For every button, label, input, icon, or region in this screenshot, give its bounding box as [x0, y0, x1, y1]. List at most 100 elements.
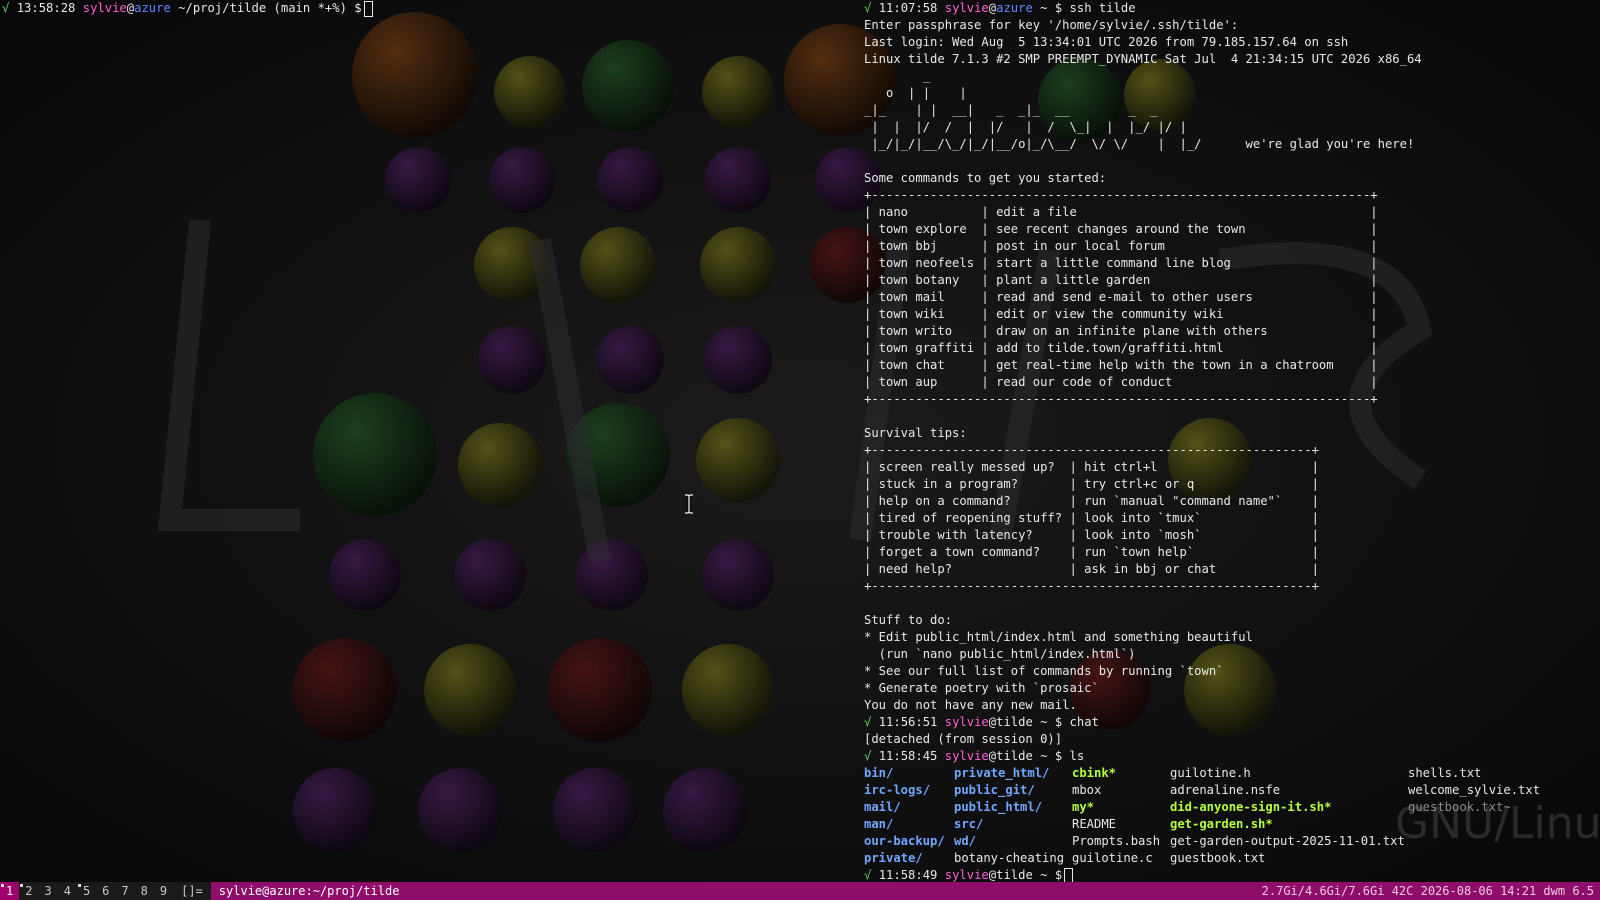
ls-entry: guilotine.c	[1072, 851, 1153, 865]
prompt-time: 11:07:58	[878, 1, 938, 15]
table-row: | screen really messed up? | hit ctrl+l …	[864, 460, 1319, 474]
table-row: | town writo | draw on an infinite plane…	[864, 324, 1378, 338]
prompt-line: √ 11:58:45 sylvie@tilde ~ $ ls	[862, 748, 1600, 765]
prompt-at: @	[126, 1, 135, 15]
ls-entry: mail/	[864, 800, 901, 814]
prompt-status: √	[864, 749, 872, 763]
mail-status: You do not have any new mail.	[864, 698, 1077, 712]
ls-output: bin/private_html/cbink* guilotine.h shells…	[862, 765, 1600, 867]
dwm-statusbar: 123456789 []= sylvie@azure:~/proj/tilde …	[0, 882, 1600, 900]
ls-entry: guestbook.txt~	[1408, 800, 1511, 814]
ls-entry: adrenaline.nsfe	[1170, 783, 1281, 797]
todo-line: (run `nano public_html/index.html`)	[864, 647, 1136, 661]
prompt-command: chat	[1069, 715, 1099, 729]
ls-entry: bin/	[864, 766, 894, 780]
text-cursor[interactable]	[1064, 867, 1074, 882]
tag-4[interactable]: 4	[58, 882, 77, 900]
table-row: | town chat | get real-time help with th…	[864, 358, 1378, 372]
layout-indicator[interactable]: []=	[173, 884, 211, 898]
prompt-command: ssh tilde	[1069, 1, 1136, 15]
prompt-path: ~/proj/tilde	[178, 1, 267, 15]
table-row: | town explore | see recent changes arou…	[864, 222, 1378, 236]
prompt-user: sylvie	[944, 868, 989, 882]
occupied-indicator-icon	[77, 884, 81, 887]
prompt-symbol: $	[1054, 868, 1063, 882]
prompt-symbol: $	[1054, 1, 1063, 15]
prompt-command: ls	[1069, 749, 1085, 763]
table-row: | nano | edit a file |	[864, 205, 1378, 219]
prompt-line: √ 11:56:51 sylvie@tilde ~ $ chat	[862, 714, 1600, 731]
ls-entry: get-garden-output-2025-11-01.txt	[1170, 834, 1405, 848]
table-row: | forget a town command? | run `town hel…	[864, 545, 1319, 559]
prompt-line: √ 11:07:58 sylvie@azure ~ $ ssh tilde	[862, 0, 1600, 17]
table-row: | town botany | plant a little garden |	[864, 273, 1378, 287]
table-row: | town aup | read our code of conduct |	[864, 375, 1378, 389]
prompt-host: tilde	[996, 749, 1033, 763]
output-line: Last login: Wed Aug 5 13:34:01 UTC 2026 …	[864, 35, 1349, 49]
terminal-right[interactable]: √ 11:07:58 sylvie@azure ~ $ ssh tilde En…	[862, 0, 1600, 882]
prompt-user: sylvie	[944, 749, 989, 763]
prompt-status: √	[864, 715, 872, 729]
todo-line: * Edit public_html/index.html and someth…	[864, 630, 1253, 644]
tag-6[interactable]: 6	[96, 882, 115, 900]
tag-2[interactable]: 2	[19, 882, 38, 900]
table-row: | town graffiti | add to tilde.town/graf…	[864, 341, 1378, 355]
prompt-symbol: $	[1054, 749, 1063, 763]
prompt-at: @	[988, 749, 997, 763]
ls-entry: guestbook.txt	[1170, 851, 1266, 865]
window-title: sylvie@azure:~/proj/tilde	[210, 882, 1262, 900]
table-row: +---------------------------------------…	[864, 188, 1378, 202]
prompt-path: ~	[1040, 749, 1048, 763]
prompt-git: (main *+%)	[273, 1, 347, 15]
tag-9[interactable]: 9	[154, 882, 173, 900]
ls-entry: welcome_sylvie.txt	[1408, 783, 1541, 797]
ibeam-cursor-icon	[685, 494, 693, 514]
prompt-line: √ 13:58:28 sylvie@azure ~/proj/tilde (ma…	[0, 0, 860, 17]
ls-entry: botany-cheating	[954, 851, 1065, 865]
tag-5[interactable]: 5	[77, 882, 96, 900]
prompt-time: 13:58:28	[16, 1, 76, 15]
prompt-status: √	[2, 1, 10, 15]
prompt-time: 11:58:49	[878, 868, 938, 882]
occupied-indicator-icon	[1, 884, 4, 887]
prompt-symbol: $	[354, 1, 362, 15]
ls-entry: mbox	[1072, 783, 1102, 797]
prompt-host: tilde	[996, 868, 1033, 882]
terminal-left[interactable]: √ 13:58:28 sylvie@azure ~/proj/tilde (ma…	[0, 0, 860, 882]
prompt-status: √	[864, 1, 872, 15]
table-row: | help on a command? | run `manual "comm…	[864, 494, 1319, 508]
tag-3[interactable]: 3	[38, 882, 57, 900]
ls-entry: public_git/	[954, 783, 1035, 797]
ls-entry	[1408, 833, 1578, 850]
prompt-time: 11:58:45	[878, 749, 938, 763]
commands-heading: Some commands to get you started:	[864, 171, 1107, 185]
occupied-indicator-icon	[20, 884, 24, 887]
ls-entry	[1408, 850, 1578, 867]
tag-list: 123456789	[0, 882, 173, 900]
ls-entry: our-backup/	[864, 834, 945, 848]
commands-table: +---------------------------------------…	[862, 187, 1600, 408]
ls-entry: did-anyone-sign-it.sh*	[1170, 800, 1332, 814]
banner-line: | | |/ / | |/ | / \_| | |_/ |/ |	[864, 120, 1187, 134]
table-row: +---------------------------------------…	[864, 443, 1319, 457]
output-line: Enter passphrase for key '/home/sylvie/.…	[864, 18, 1239, 32]
todo-heading: Stuff to do:	[864, 613, 953, 627]
text-cursor[interactable]	[363, 0, 373, 17]
tag-8[interactable]: 8	[135, 882, 154, 900]
tag-1[interactable]: 1	[0, 882, 20, 900]
prompt-at: @	[988, 715, 997, 729]
prompt-path: ~	[1040, 1, 1048, 15]
detached-message: [detached (from session 0)]	[864, 732, 1063, 746]
table-row: | town wiki | edit or view the community…	[864, 307, 1378, 321]
prompt-at: @	[988, 868, 997, 882]
todo-line: * Generate poetry with `prosaic`	[864, 681, 1099, 695]
table-row: | need help? | ask in bbj or chat |	[864, 562, 1319, 576]
ls-entry: cbink*	[1072, 766, 1117, 780]
tag-7[interactable]: 7	[115, 882, 134, 900]
prompt-host: azure	[996, 1, 1033, 15]
table-row: | trouble with latency? | look into `mos…	[864, 528, 1319, 542]
prompt-host: azure	[134, 1, 171, 15]
table-row: +---------------------------------------…	[864, 579, 1319, 593]
